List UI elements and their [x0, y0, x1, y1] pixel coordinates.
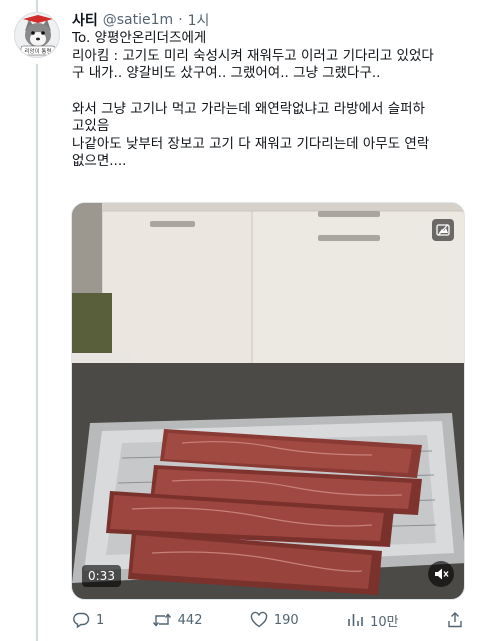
- heart-icon: [250, 611, 268, 628]
- video-player[interactable]: 0:33: [71, 202, 465, 600]
- tweet-line: 없으면....: [72, 153, 127, 169]
- like-button[interactable]: 190: [250, 611, 299, 629]
- thread-line: [36, 64, 38, 641]
- views-icon: [348, 614, 363, 626]
- tweet-line: 나같아도 낮부터 장보고 고기 다 재워고 기다리는데 아무도 연락: [72, 135, 430, 152]
- views-count: 10만: [370, 614, 399, 630]
- retweet-count: 442: [177, 612, 203, 628]
- like-count: 190: [273, 612, 299, 628]
- media-tag-icon: [436, 224, 450, 236]
- thread-line-top: [36, 0, 38, 12]
- tweet-text: To. 양평안온리더즈에게 리아킴 : 고기도 미리 숙성시켜 재워두고 이러고…: [72, 30, 464, 171]
- tweet-line: 구 내가.. 양갈비도 샀구여.. 그랬어여.. 그냥 그랬다구..: [72, 65, 381, 81]
- tweet-header: 사티 @satie1m · 1시: [72, 10, 209, 30]
- separator-dot: ·: [178, 12, 183, 28]
- author-handle[interactable]: @satie1m: [103, 12, 173, 28]
- video-duration: 0:33: [82, 565, 121, 587]
- tweet-line: 리아킴 : 고기도 미리 숙성시켜 재워두고 이러고 기다리고 있었다: [72, 47, 434, 64]
- avatar-caption: 리앙이 통령: [24, 47, 51, 55]
- avatar-image: 리앙이 통령: [15, 13, 59, 57]
- reply-count: 1: [96, 612, 105, 628]
- views-button[interactable]: 10만: [346, 611, 399, 630]
- mute-icon: [435, 568, 449, 580]
- tweet-actions: 1 442 190 10만: [72, 608, 464, 632]
- retweet-icon: [152, 613, 171, 627]
- share-button[interactable]: [446, 611, 464, 629]
- tweet-time[interactable]: 1시: [188, 10, 210, 30]
- mute-button[interactable]: [428, 561, 454, 587]
- media-tag-button[interactable]: [432, 219, 454, 241]
- share-icon: [448, 612, 462, 628]
- tweet-line: 고있음: [72, 118, 110, 134]
- author-name[interactable]: 사티: [72, 10, 98, 30]
- video-thumbnail: [72, 203, 464, 599]
- avatar[interactable]: 리앙이 통령: [14, 12, 60, 58]
- retweet-button[interactable]: 442: [152, 611, 203, 629]
- reply-icon: [73, 612, 90, 629]
- reply-button[interactable]: 1: [72, 611, 104, 629]
- tweet-line: 와서 그냥 고기나 먹고 가라는데 왜연락없냐고 라방에서 슬퍼하: [72, 100, 425, 117]
- tweet-line: To. 양평안온리더즈에게: [72, 30, 207, 46]
